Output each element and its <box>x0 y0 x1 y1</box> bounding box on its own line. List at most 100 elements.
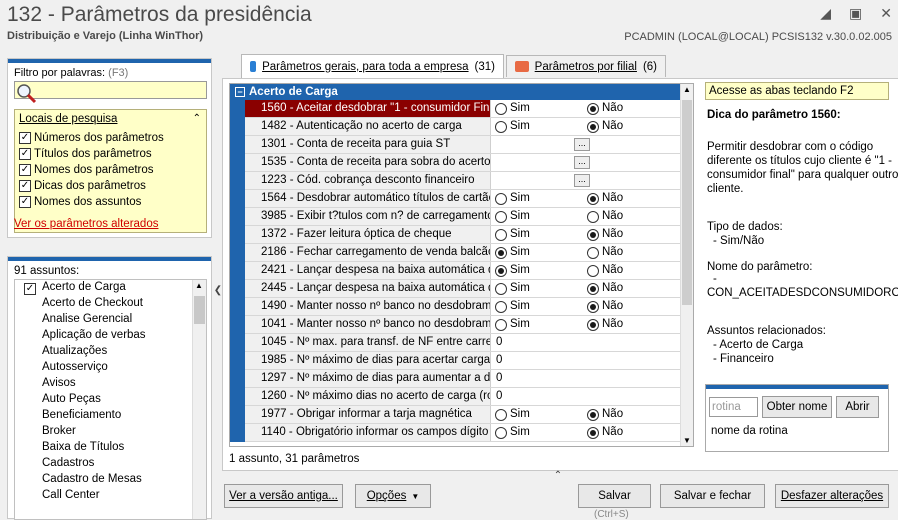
radio-sim[interactable] <box>495 247 507 259</box>
search-input[interactable] <box>14 81 207 99</box>
table-row[interactable]: 2445 - Lançar despesa na baixa automátic… <box>230 280 681 298</box>
table-row[interactable]: 1564 - Desdobrar automático títulos de c… <box>230 190 681 208</box>
param-name[interactable]: 1372 - Fazer leitura óptica de cheque <box>245 226 491 243</box>
close-icon[interactable]: ✕ <box>880 5 892 22</box>
grid-scrollbar[interactable]: ▲ ▼ <box>680 84 693 446</box>
param-name[interactable]: 1560 - Aceitar desdobrar "1 - consumidor… <box>245 100 491 117</box>
chevron-left-icon[interactable]: ❮ <box>214 285 222 296</box>
scroll-up-icon[interactable]: ▲ <box>195 281 203 290</box>
horizontal-splitter[interactable]: ⌃ <box>458 470 658 481</box>
radio-nao[interactable] <box>587 319 599 331</box>
param-name[interactable]: 2445 - Lançar despesa na baixa automátic… <box>245 280 491 297</box>
param-name[interactable]: 1041 - Manter nosso nº banco no desdobra… <box>245 316 491 333</box>
table-row[interactable]: 1977 - Obrigar informar a tarja magnétic… <box>230 406 681 424</box>
list-item[interactable]: Call Center <box>42 489 100 501</box>
list-item[interactable]: Analise Gerencial <box>42 313 132 325</box>
radio-sim[interactable] <box>495 121 507 133</box>
chevron-up-icon[interactable]: ⌃ <box>554 470 562 481</box>
versao-antiga-button[interactable]: Ver a versão antiga... <box>224 484 343 508</box>
param-number[interactable]: 0 <box>496 372 502 384</box>
table-row[interactable]: 1482 - Autenticação no acerto de carga Si… <box>230 118 681 136</box>
salvar-fechar-button[interactable]: Salvar e fechar <box>660 484 765 508</box>
table-row[interactable]: 2421 - Lançar despesa na baixa automátic… <box>230 262 681 280</box>
radio-sim[interactable] <box>495 283 507 295</box>
option-titulos[interactable]: ✓ Títulos dos parâmetros <box>19 146 152 162</box>
opcoes-button[interactable]: Opções ▼ <box>355 484 431 508</box>
radio-sim[interactable] <box>495 265 507 277</box>
list-item[interactable]: Avisos <box>42 377 76 389</box>
table-row[interactable]: 1041 - Manter nosso nº banco no desdobra… <box>230 316 681 334</box>
list-item[interactable]: Autosserviço <box>42 361 108 373</box>
table-row[interactable]: 1140 - Obrigatório informar os campos dí… <box>230 424 681 442</box>
ellipsis-button[interactable]: ... <box>574 156 590 169</box>
radio-nao[interactable] <box>587 283 599 295</box>
radio-sim[interactable] <box>495 211 507 223</box>
table-row[interactable]: 1297 - Nº máximo de dias para aumentar a… <box>230 370 681 388</box>
radio-nao[interactable] <box>587 103 599 115</box>
list-item[interactable]: Acerto de Carga <box>42 281 126 293</box>
collapse-icon[interactable]: ⌃ <box>193 113 201 124</box>
radio-sim[interactable] <box>495 103 507 115</box>
radio-nao[interactable] <box>587 301 599 313</box>
checkbox-checked-icon[interactable]: ✓ <box>19 196 31 208</box>
param-name[interactable]: 1482 - Autenticação no acerto de carga <box>245 118 491 135</box>
radio-sim[interactable] <box>495 229 507 241</box>
list-item[interactable]: Auto Peças <box>42 393 101 405</box>
altered-params-link[interactable]: Ver os parâmetros alterados <box>14 218 158 230</box>
ellipsis-button[interactable]: ... <box>574 138 590 151</box>
param-number[interactable]: 0 <box>496 354 502 366</box>
grid-group-header[interactable]: − Acerto de Carga <box>230 84 681 100</box>
list-item[interactable]: Aplicação de verbas <box>42 329 146 341</box>
table-row[interactable]: 3985 - Exibir t?tulos com n? de carregam… <box>230 208 681 226</box>
param-name[interactable]: 2186 - Fechar carregamento de venda balc… <box>245 244 491 261</box>
abrir-button[interactable]: Abrir <box>836 396 879 418</box>
list-item[interactable]: Atualizações <box>42 345 107 357</box>
table-row[interactable]: 1045 - Nº max. para transf. de NF entre … <box>230 334 681 352</box>
scroll-thumb[interactable] <box>682 100 692 305</box>
list-item[interactable]: Cadastro de Mesas <box>42 473 142 485</box>
table-row[interactable]: 1301 - Conta de receita para guia ST... <box>230 136 681 154</box>
table-row[interactable]: 1490 - Manter nosso nº banco no desdobra… <box>230 298 681 316</box>
tab-filial[interactable]: Parâmetros por filial (6) <box>506 55 666 77</box>
collapse-minus-icon[interactable]: − <box>235 87 245 97</box>
table-row[interactable]: 2186 - Fechar carregamento de venda balc… <box>230 244 681 262</box>
param-number[interactable]: 0 <box>496 336 502 348</box>
list-item[interactable]: Acerto de Checkout <box>42 297 143 309</box>
table-row[interactable]: 1985 - Nº máximo de dias para acertar ca… <box>230 352 681 370</box>
option-nomes[interactable]: ✓ Nomes dos parâmetros <box>19 162 154 178</box>
checkbox-checked-icon[interactable]: ✓ <box>19 148 31 160</box>
radio-nao[interactable] <box>587 211 599 223</box>
radio-nao[interactable] <box>587 247 599 259</box>
param-number[interactable]: 0 <box>496 390 502 402</box>
option-assuntos[interactable]: ✓ Nomes dos assuntos <box>19 194 141 210</box>
param-name[interactable]: 1301 - Conta de receita para guia ST <box>245 136 491 153</box>
tab-gerais[interactable]: Parâmetros gerais, para toda a empresa (… <box>241 54 504 78</box>
option-dicas[interactable]: ✓ Dicas dos parâmetros <box>19 178 146 194</box>
param-name[interactable]: 1297 - Nº máximo de dias para aumentar a… <box>245 370 491 387</box>
list-item[interactable]: Cadastros <box>42 457 94 469</box>
scroll-thumb[interactable] <box>194 296 205 324</box>
radio-nao[interactable] <box>587 193 599 205</box>
param-name[interactable]: 1140 - Obrigatório informar os campos dí… <box>245 424 491 441</box>
radio-sim[interactable] <box>495 427 507 439</box>
list-item[interactable]: Baixa de Títulos <box>42 441 124 453</box>
param-name[interactable]: 1535 - Conta de receita para sobra do ac… <box>245 154 491 171</box>
param-name[interactable]: 1490 - Manter nosso nº banco no desdobra… <box>245 298 491 315</box>
table-row[interactable]: 1560 - Aceitar desdobrar "1 - consumidor… <box>230 100 681 118</box>
checkbox-checked-icon[interactable]: ✓ <box>19 180 31 192</box>
radio-nao[interactable] <box>587 409 599 421</box>
param-name[interactable]: 1223 - Cód. cobrança desconto financeiro <box>245 172 491 189</box>
option-numeros[interactable]: ✓ Números dos parâmetros <box>19 130 164 146</box>
radio-nao[interactable] <box>587 229 599 241</box>
radio-nao[interactable] <box>587 427 599 439</box>
radio-nao[interactable] <box>587 265 599 277</box>
radio-sim[interactable] <box>495 193 507 205</box>
desfazer-button[interactable]: Desfazer alterações <box>775 484 889 508</box>
param-name[interactable]: 3985 - Exibir t?tulos com n? de carregam… <box>245 208 491 225</box>
scroll-down-icon[interactable]: ▼ <box>683 436 691 445</box>
table-row[interactable]: 1260 - Nº máximo dias no acerto de carga… <box>230 388 681 406</box>
rotina-input[interactable]: rotina <box>709 397 758 417</box>
obter-nome-button[interactable]: Obter nome <box>762 396 832 418</box>
checkbox-checked-icon[interactable]: ✓ <box>19 132 31 144</box>
param-name[interactable]: 2421 - Lançar despesa na baixa automátic… <box>245 262 491 279</box>
